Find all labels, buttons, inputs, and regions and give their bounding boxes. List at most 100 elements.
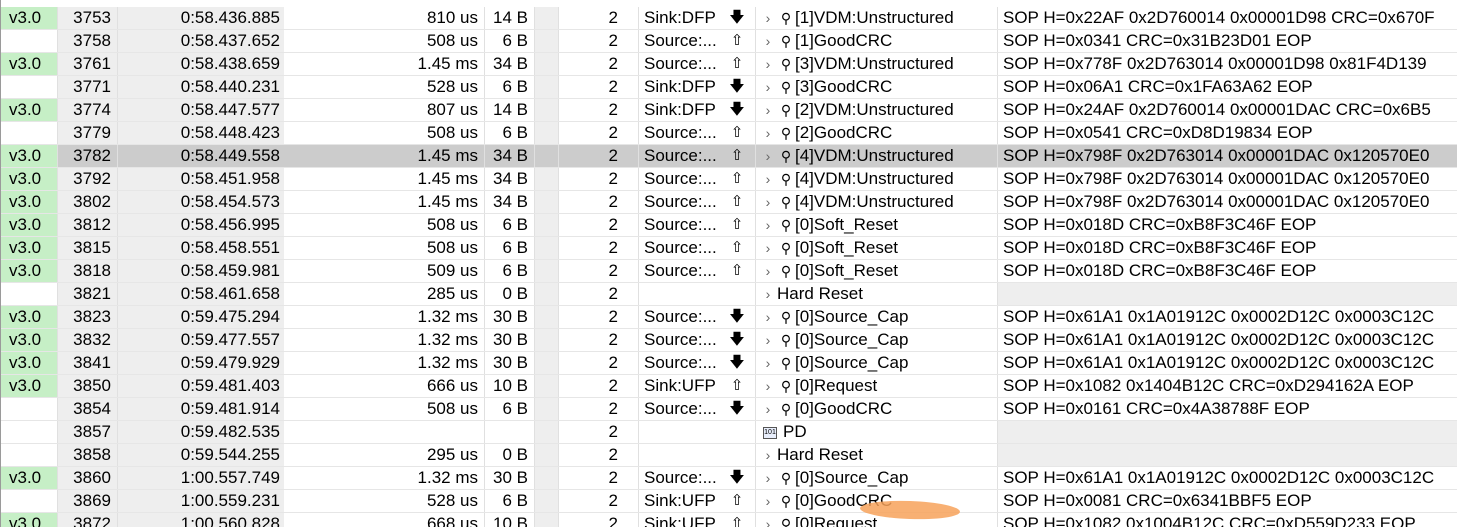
length-cell: 34 B [484, 191, 534, 213]
table-row[interactable]: 3858 0:59.544.255 295 us 0 B 2 › Hard Reset [1, 444, 1457, 467]
message-cell[interactable]: › ⚲ [0]Soft_Reset [755, 214, 997, 236]
table-row[interactable]: 3821 0:58.461.658 285 us 0 B 2 › Hard Reset [1, 283, 1457, 306]
expand-chevron-icon[interactable]: › [759, 53, 777, 75]
table-row[interactable]: v3.0 3753 0:58.436.885 810 us 14 B 2 Sink:DFP 🡇… [1, 7, 1457, 30]
expand-chevron-icon[interactable]: › [759, 260, 777, 282]
device-cell: 2 [558, 513, 638, 527]
expand-chevron-icon[interactable]: › [759, 513, 777, 527]
table-row[interactable]: v3.0 3802 0:58.454.573 1.45 ms 34 B 2 Source:.… [1, 191, 1457, 214]
table-row[interactable]: 3869 1:00.559.231 528 us 6 B 2 Sink:UFP ⇧ › ⚲ [0]… [1, 490, 1457, 513]
message-label: [4]VDM:Unstructured [795, 169, 954, 188]
expand-chevron-icon[interactable]: › [759, 444, 777, 466]
message-cell[interactable]: › ⚲ [0]Soft_Reset [755, 260, 997, 282]
message-cell[interactable]: › ⚲ [2]GoodCRC [755, 122, 997, 144]
expand-chevron-icon[interactable]: › [759, 214, 777, 236]
expand-chevron-icon[interactable]: › [759, 7, 777, 29]
time-cell: 0:58.461.658 [117, 283, 284, 305]
table-row[interactable]: v3.0 3832 0:59.477.557 1.32 ms 30 B 2 Source:.… [1, 329, 1457, 352]
message-cell[interactable]: › ⚲ [0]Request [755, 375, 997, 397]
message-cell[interactable]: › ⚲ [4]VDM:Unstructured [755, 168, 997, 190]
spacer-cell [534, 467, 558, 489]
expand-chevron-icon[interactable]: › [759, 30, 777, 52]
arrow-up-icon: ⇧ [730, 492, 744, 509]
spacer-cell [534, 421, 558, 443]
message-cell[interactable]: 101 PD [755, 421, 997, 443]
device-cell: 2 [558, 467, 638, 489]
role-cell: Sink:DFP 🡇 [638, 7, 755, 29]
message-cell[interactable]: › ⚲ [0]Soft_Reset [755, 237, 997, 259]
index-cell: 3812 [57, 214, 117, 236]
device-cell: 2 [558, 375, 638, 397]
expand-chevron-icon[interactable]: › [759, 467, 777, 489]
message-cell[interactable]: › Hard Reset [755, 283, 997, 305]
device-cell: 2 [558, 329, 638, 351]
spacer-cell [534, 513, 558, 527]
message-cell[interactable]: › Hard Reset [755, 444, 997, 466]
expand-chevron-icon[interactable]: › [759, 352, 777, 374]
version-cell: v3.0 [1, 214, 57, 236]
table-row[interactable]: v3.0 3761 0:58.438.659 1.45 ms 34 B 2 Source:.… [1, 53, 1457, 76]
table-row[interactable]: v3.0 3841 0:59.479.929 1.32 ms 30 B 2 Source:.… [1, 352, 1457, 375]
table-row[interactable]: 3779 0:58.448.423 508 us 6 B 2 Source:... ⇧ › ⚲[… [1, 122, 1457, 145]
expand-chevron-icon[interactable]: › [759, 283, 777, 305]
message-label: [0]Source_Cap [795, 468, 909, 487]
expand-chevron-icon[interactable]: › [759, 145, 777, 167]
time-cell: 0:58.451.958 [117, 168, 284, 190]
usb-icon: ⚲ [780, 171, 792, 187]
message-cell[interactable]: › ⚲ [2]VDM:Unstructured [755, 99, 997, 121]
usb-icon: ⚲ [780, 217, 792, 233]
expand-chevron-icon[interactable]: › [759, 490, 777, 512]
message-cell[interactable]: › ⚲ [0]GoodCRC [755, 398, 997, 420]
message-cell[interactable]: › ⚲ [4]VDM:Unstructured [755, 145, 997, 167]
expand-chevron-icon[interactable]: › [759, 122, 777, 144]
spacer-cell [534, 237, 558, 259]
table-row[interactable]: v3.0 3850 0:59.481.403 666 us 10 B 2 Sink:UFP ⇧… [1, 375, 1457, 398]
table-row[interactable]: 3854 0:59.481.914 508 us 6 B 2 Source:... 🡇 › ⚲[… [1, 398, 1457, 421]
message-cell[interactable]: › ⚲ [0]Source_Cap [755, 306, 997, 328]
expand-chevron-icon[interactable]: › [759, 99, 777, 121]
table-row[interactable]: v3.0 3872 1:00.560.828 668 us 10 B 2 Sink:UFP ⇧… [1, 513, 1457, 527]
device-cell: 2 [558, 191, 638, 213]
message-cell[interactable]: › ⚲ [1]GoodCRC [755, 30, 997, 52]
expand-chevron-icon[interactable]: › [759, 237, 777, 259]
table-row[interactable]: v3.0 3812 0:58.456.995 508 us 6 B 2 Source:...… [1, 214, 1457, 237]
expand-chevron-icon[interactable]: › [759, 168, 777, 190]
expand-chevron-icon[interactable]: › [759, 306, 777, 328]
time-cell: 0:58.440.231 [117, 76, 284, 98]
expand-chevron-icon[interactable]: › [759, 76, 777, 98]
role-cell: Source:... ⇧ [638, 237, 755, 259]
role-label: Sink:DFP [644, 8, 716, 27]
expand-chevron-icon[interactable]: › [759, 375, 777, 397]
version-cell [1, 421, 57, 443]
message-cell[interactable]: › ⚲ [0]Source_Cap [755, 467, 997, 489]
version-cell: v3.0 [1, 329, 57, 351]
table-row[interactable]: v3.0 3815 0:58.458.551 508 us 6 B 2 Source:...… [1, 237, 1457, 260]
data-cell: SOP H=0x1082 0x1404B12C CRC=0xD294162A E… [997, 375, 1457, 397]
table-row[interactable]: v3.0 3818 0:58.459.981 509 us 6 B 2 Source:...… [1, 260, 1457, 283]
version-cell: v3.0 [1, 306, 57, 328]
message-cell[interactable]: › ⚲ [0]Source_Cap [755, 329, 997, 351]
table-row[interactable]: v3.0 3823 0:59.475.294 1.32 ms 30 B 2 Source:.… [1, 306, 1457, 329]
message-cell[interactable]: › ⚲ [3]VDM:Unstructured [755, 53, 997, 75]
table-row[interactable]: v3.0 3860 1:00.557.749 1.32 ms 30 B 2 Source:.… [1, 467, 1457, 490]
version-cell: v3.0 [1, 53, 57, 75]
length-cell: 6 B [484, 260, 534, 282]
role-cell: Source:... 🡇 [638, 398, 755, 420]
message-cell[interactable]: › ⚲ [0]Source_Cap [755, 352, 997, 374]
table-row[interactable]: 3771 0:58.440.231 528 us 6 B 2 Sink:DFP 🡇 › ⚲ [3]… [1, 76, 1457, 99]
table-row[interactable]: v3.0 3792 0:58.451.958 1.45 ms 34 B 2 Source:.… [1, 168, 1457, 191]
expand-chevron-icon[interactable]: › [759, 191, 777, 213]
table-row[interactable]: 3857 0:59.482.535 2 101 PD [1, 421, 1457, 444]
message-cell[interactable]: › ⚲ [4]VDM:Unstructured [755, 191, 997, 213]
table-row[interactable]: 3758 0:58.437.652 508 us 6 B 2 Source:... ⇧ › ⚲[… [1, 30, 1457, 53]
packet-grid[interactable]: v3.0 3753 0:58.436.885 810 us 14 B 2 Sink:DFP 🡇… [0, 0, 1457, 527]
length-cell: 30 B [484, 306, 534, 328]
message-cell[interactable]: › ⚲ [1]VDM:Unstructured [755, 7, 997, 29]
table-row[interactable]: v3.0 3774 0:58.447.577 807 us 14 B 2 Sink:DFP 🡇… [1, 99, 1457, 122]
message-cell[interactable]: › ⚲ [3]GoodCRC [755, 76, 997, 98]
table-row[interactable]: v3.0 3782 0:58.449.558 1.45 ms 34 B 2 Source:.… [1, 145, 1457, 168]
expand-chevron-icon[interactable]: › [759, 398, 777, 420]
expand-chevron-icon[interactable]: › [759, 329, 777, 351]
index-cell: 3761 [57, 53, 117, 75]
role-cell [638, 421, 755, 443]
